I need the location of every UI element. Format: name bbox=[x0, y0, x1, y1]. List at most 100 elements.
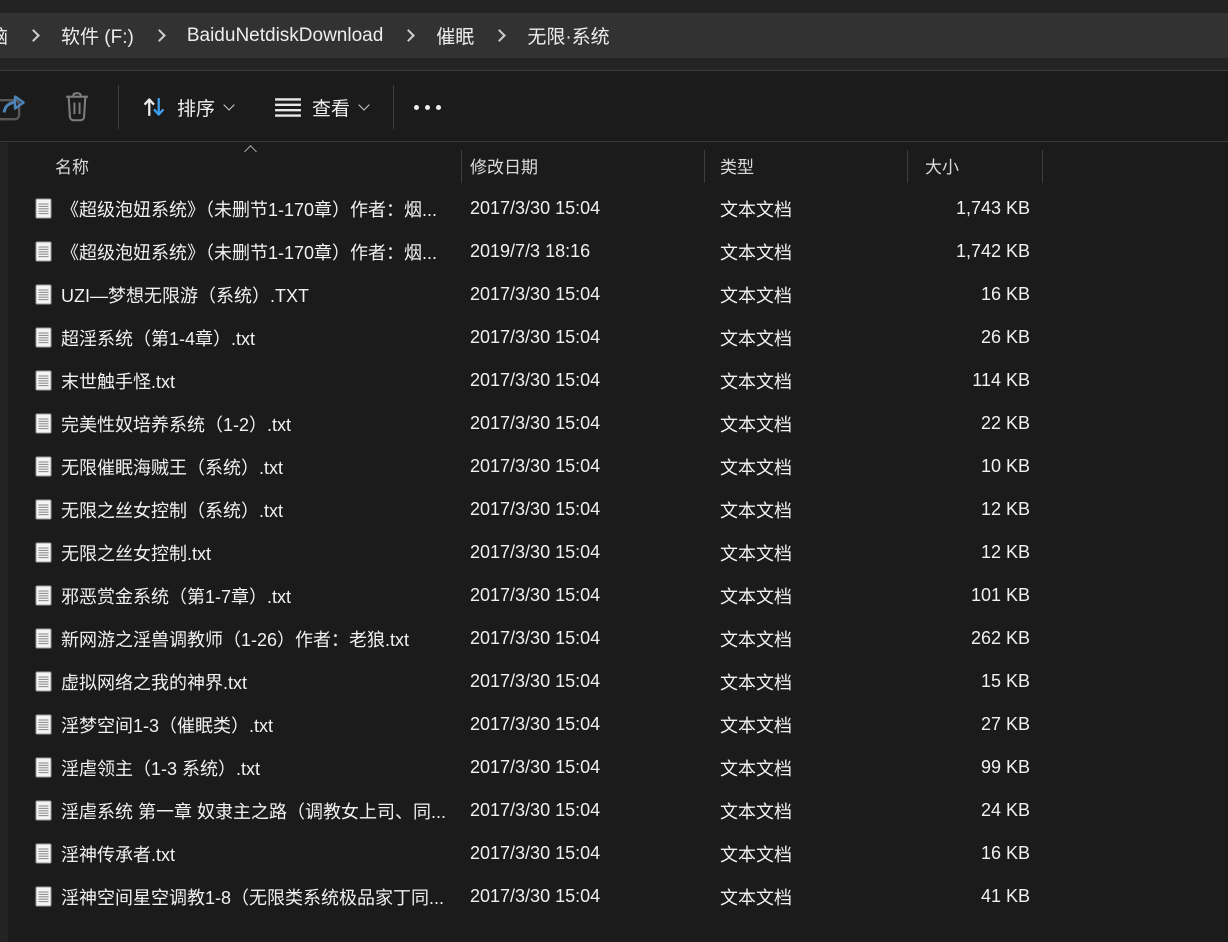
chevron-right-icon[interactable] bbox=[153, 29, 166, 42]
delete-button[interactable] bbox=[60, 72, 94, 142]
file-row[interactable]: 无限之丝女控制.txt 2017/3/30 15:04 文本文档 12 KB bbox=[0, 531, 1228, 574]
file-name: 淫神传承者.txt bbox=[61, 841, 175, 867]
file-row[interactable]: 《超级泡妞系统》（未删节1-170章）作者：烟... 2019/7/3 18:1… bbox=[0, 230, 1228, 273]
sort-button[interactable]: 排序 bbox=[141, 72, 233, 142]
row-spacer bbox=[1043, 746, 1228, 789]
file-row[interactable]: UZI—梦想无限游（系统）.TXT 2017/3/30 15:04 文本文档 1… bbox=[0, 273, 1228, 316]
file-size: 24 KB bbox=[981, 800, 1030, 821]
file-type: 文本文档 bbox=[720, 626, 792, 652]
file-name-cell: 无限之丝女控制（系统）.txt bbox=[16, 488, 462, 531]
file-size-cell: 16 KB bbox=[908, 273, 1043, 316]
file-type: 文本文档 bbox=[720, 712, 792, 738]
text-file-icon bbox=[35, 198, 52, 219]
row-spacer bbox=[1043, 789, 1228, 832]
file-type-cell: 文本文档 bbox=[705, 402, 908, 445]
file-row[interactable]: 邪恶赏金系统（第1-7章）.txt 2017/3/30 15:04 文本文档 1… bbox=[0, 574, 1228, 617]
breadcrumb: 脑 软件 (F:) BaiduNetdiskDownload 催眠 无限·系统 bbox=[0, 13, 1228, 58]
chevron-down-icon bbox=[223, 99, 234, 110]
file-row[interactable]: 淫梦空间1-3（催眠类）.txt 2017/3/30 15:04 文本文档 27… bbox=[0, 703, 1228, 746]
file-row[interactable]: 完美性奴培养系统（1-2）.txt 2017/3/30 15:04 文本文档 2… bbox=[0, 402, 1228, 445]
file-name-cell: 《超级泡妞系统》（未删节1-170章）作者：烟... bbox=[16, 187, 462, 230]
file-type-cell: 文本文档 bbox=[705, 488, 908, 531]
file-date-cell: 2017/3/30 15:04 bbox=[462, 660, 705, 703]
file-date-cell: 2017/3/30 15:04 bbox=[462, 746, 705, 789]
file-date-modified: 2017/3/30 15:04 bbox=[470, 542, 600, 563]
file-date-modified: 2017/3/30 15:04 bbox=[470, 499, 600, 520]
breadcrumb-item-this-pc[interactable]: 脑 bbox=[0, 22, 14, 49]
file-size: 15 KB bbox=[981, 671, 1030, 692]
file-row[interactable]: 末世触手怪.txt 2017/3/30 15:04 文本文档 114 KB bbox=[0, 359, 1228, 402]
file-name: 超淫系统（第1-4章）.txt bbox=[61, 325, 255, 351]
file-size: 99 KB bbox=[981, 757, 1030, 778]
file-date-cell: 2017/3/30 15:04 bbox=[462, 703, 705, 746]
file-name: UZI—梦想无限游（系统）.TXT bbox=[61, 282, 309, 308]
file-size-cell: 16 KB bbox=[908, 832, 1043, 875]
chevron-right-icon[interactable] bbox=[493, 29, 506, 42]
file-row[interactable]: 淫神空间星空调教1-8（无限类系统极品家丁同... 2017/3/30 15:0… bbox=[0, 875, 1228, 918]
file-name: 《超级泡妞系统》（未删节1-170章）作者：烟... bbox=[61, 196, 437, 222]
breadcrumb-item-drive-f[interactable]: 软件 (F:) bbox=[55, 22, 140, 49]
text-file-icon bbox=[35, 886, 52, 907]
share-button[interactable] bbox=[0, 72, 32, 142]
file-type: 文本文档 bbox=[720, 368, 792, 394]
file-row[interactable]: 淫神传承者.txt 2017/3/30 15:04 文本文档 16 KB bbox=[0, 832, 1228, 875]
file-type-cell: 文本文档 bbox=[705, 703, 908, 746]
file-type: 文本文档 bbox=[720, 196, 792, 222]
column-header-name[interactable]: 名称 bbox=[16, 143, 462, 187]
ellipsis-icon bbox=[414, 105, 441, 110]
file-type-cell: 文本文档 bbox=[705, 359, 908, 402]
file-row[interactable]: 淫虐领主（1-3 系统）.txt 2017/3/30 15:04 文本文档 99… bbox=[0, 746, 1228, 789]
row-spacer bbox=[1043, 703, 1228, 746]
file-row[interactable]: 超淫系统（第1-4章）.txt 2017/3/30 15:04 文本文档 26 … bbox=[0, 316, 1228, 359]
chevron-down-icon bbox=[358, 99, 369, 110]
file-list-area: 名称 修改日期 类型 大小 bbox=[0, 143, 1228, 942]
row-spacer bbox=[1043, 273, 1228, 316]
file-row[interactable]: 新网游之淫兽调教师（1-26）作者：老狼.txt 2017/3/30 15:04… bbox=[0, 617, 1228, 660]
file-date-modified: 2017/3/30 15:04 bbox=[470, 198, 600, 219]
column-header-type[interactable]: 类型 bbox=[705, 143, 908, 187]
file-name-cell: 淫虐领主（1-3 系统）.txt bbox=[16, 746, 462, 789]
file-name: 淫神空间星空调教1-8（无限类系统极品家丁同... bbox=[61, 884, 444, 910]
chevron-right-icon[interactable] bbox=[402, 29, 415, 42]
see-more-button[interactable] bbox=[414, 72, 441, 142]
breadcrumb-item-current-folder[interactable]: 无限·系统 bbox=[521, 22, 615, 49]
file-date-modified: 2017/3/30 15:04 bbox=[470, 714, 600, 735]
file-row[interactable]: 淫虐系统 第一章 奴隶主之路（调教女上司、同... 2017/3/30 15:0… bbox=[0, 789, 1228, 832]
file-type-cell: 文本文档 bbox=[705, 875, 908, 918]
file-size-cell: 27 KB bbox=[908, 703, 1043, 746]
view-button[interactable]: 查看 bbox=[274, 72, 368, 142]
file-row[interactable]: 无限催眠海贼王（系统）.txt 2017/3/30 15:04 文本文档 10 … bbox=[0, 445, 1228, 488]
file-date-cell: 2017/3/30 15:04 bbox=[462, 445, 705, 488]
breadcrumb-item-cuimian[interactable]: 催眠 bbox=[430, 22, 480, 49]
file-size: 22 KB bbox=[981, 413, 1030, 434]
file-row[interactable]: 无限之丝女控制（系统）.txt 2017/3/30 15:04 文本文档 12 … bbox=[0, 488, 1228, 531]
file-size: 27 KB bbox=[981, 714, 1030, 735]
command-bar: 排序 查看 bbox=[0, 72, 1228, 142]
file-date-modified: 2017/3/30 15:04 bbox=[470, 585, 600, 606]
file-date-modified: 2017/3/30 15:04 bbox=[470, 370, 600, 391]
column-header-date-modified[interactable]: 修改日期 bbox=[462, 143, 705, 187]
file-name-cell: 无限之丝女控制.txt bbox=[16, 531, 462, 574]
view-button-label: 查看 bbox=[312, 94, 350, 121]
row-spacer bbox=[1043, 875, 1228, 918]
file-type: 文本文档 bbox=[720, 884, 792, 910]
file-size-cell: 41 KB bbox=[908, 875, 1043, 918]
file-type: 文本文档 bbox=[720, 841, 792, 867]
file-type-cell: 文本文档 bbox=[705, 832, 908, 875]
file-row[interactable]: 《超级泡妞系统》（未删节1-170章）作者：烟... 2017/3/30 15:… bbox=[0, 187, 1228, 230]
file-type: 文本文档 bbox=[720, 411, 792, 437]
row-spacer bbox=[1043, 832, 1228, 875]
chevron-right-icon[interactable] bbox=[27, 29, 40, 42]
file-date-cell: 2017/3/30 15:04 bbox=[462, 187, 705, 230]
breadcrumb-item-baidunetdiskdownload[interactable]: BaiduNetdiskDownload bbox=[181, 25, 389, 47]
file-name-cell: 淫梦空间1-3（催眠类）.txt bbox=[16, 703, 462, 746]
file-size-cell: 26 KB bbox=[908, 316, 1043, 359]
file-type-cell: 文本文档 bbox=[705, 660, 908, 703]
file-date-modified: 2017/3/30 15:04 bbox=[470, 757, 600, 778]
file-row[interactable]: 虚拟网络之我的神界.txt 2017/3/30 15:04 文本文档 15 KB bbox=[0, 660, 1228, 703]
text-file-icon bbox=[35, 757, 52, 778]
column-headers: 名称 修改日期 类型 大小 bbox=[0, 143, 1228, 187]
file-date-modified: 2019/7/3 18:16 bbox=[470, 241, 590, 262]
file-date-modified: 2017/3/30 15:04 bbox=[470, 413, 600, 434]
column-header-size[interactable]: 大小 bbox=[908, 143, 1043, 187]
